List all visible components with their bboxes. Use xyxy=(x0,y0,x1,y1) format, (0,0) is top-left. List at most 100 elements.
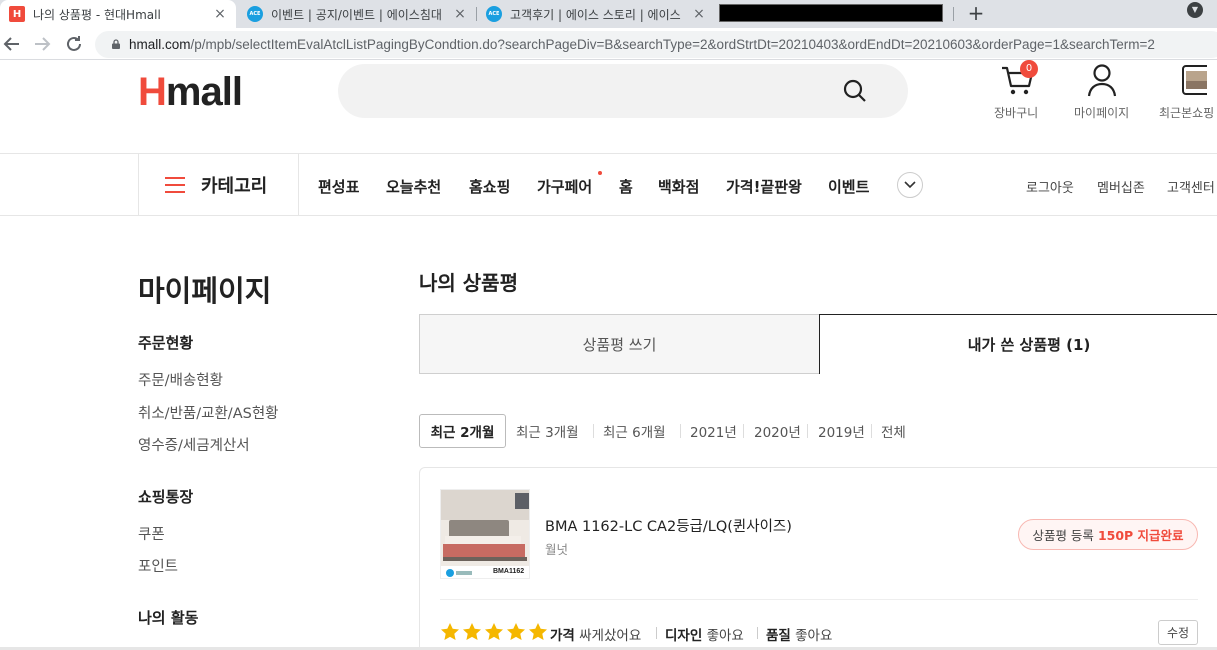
forward-arrow-icon[interactable] xyxy=(30,32,54,56)
url-path: /p/mpb/selectItemEvalAtclListPagingByCon… xyxy=(190,37,1155,52)
browser-tab-ace-event[interactable]: ACE 이벤트 | 공지/이벤트 | 에이스침대 × xyxy=(238,0,476,28)
nav-item-furniture-fair[interactable]: 가구페어 xyxy=(537,176,592,197)
aspect-value: 싸게샀어요 xyxy=(579,628,642,644)
redacted-tab[interactable] xyxy=(719,4,943,22)
status-point: 150P 지급완료 xyxy=(1097,528,1184,543)
sidebar-heading-orders: 주문현황 xyxy=(138,334,194,352)
recent-label: 최근본쇼핑 xyxy=(1159,106,1215,120)
aspect-label: 디자인 xyxy=(665,628,703,644)
chevron-down-icon xyxy=(904,181,916,189)
recent-view-button[interactable]: 최근본쇼핑 xyxy=(1159,62,1214,121)
close-icon[interactable]: × xyxy=(212,6,228,22)
nav-more-button[interactable] xyxy=(897,172,923,198)
new-tab-button[interactable]: + xyxy=(964,2,988,26)
nav-item-department[interactable]: 백화점 xyxy=(658,176,699,197)
new-dot-indicator xyxy=(598,171,602,175)
aspect-label: 품질 xyxy=(766,628,791,644)
point-status-badge: 상품평 등록 150P 지급완료 xyxy=(1018,519,1198,550)
tab-title: 나의 상품평 - 현대Hmall xyxy=(33,7,161,22)
logo-text: mall xyxy=(165,70,243,114)
filter-divider xyxy=(871,424,872,438)
cart-label: 장바구니 xyxy=(994,106,1039,120)
filter-divider xyxy=(593,424,594,438)
product-option: 월넛 xyxy=(545,542,569,557)
url-host: hmall.com xyxy=(129,37,191,52)
membership-link[interactable]: 멤버십존 xyxy=(1097,177,1145,196)
mypage-label: 마이페이지 xyxy=(1074,106,1130,120)
period-filter-6months[interactable]: 최근 6개월 xyxy=(603,414,666,448)
period-filter-2019[interactable]: 2019년 xyxy=(818,414,865,448)
hmall-logo[interactable]: Hmall xyxy=(138,70,243,114)
logout-link[interactable]: 로그아웃 xyxy=(1026,177,1074,196)
reload-icon[interactable] xyxy=(62,32,86,56)
user-icon xyxy=(1087,64,1116,97)
aspect-value: 좋아요 xyxy=(706,628,744,644)
sidebar-item-coupon[interactable]: 쿠폰 xyxy=(138,523,165,544)
tab-write-review[interactable]: 상품평 쓰기 xyxy=(419,314,820,374)
close-icon[interactable]: × xyxy=(452,6,468,22)
search-input[interactable] xyxy=(338,64,908,118)
close-icon[interactable]: × xyxy=(691,6,707,22)
star-icon xyxy=(507,623,525,640)
search-icon[interactable] xyxy=(842,78,868,104)
sidebar-item-point[interactable]: 포인트 xyxy=(138,555,178,576)
hamburger-icon xyxy=(165,176,185,193)
aspect-value: 좋아요 xyxy=(795,628,833,644)
aspect-design: 디자인 좋아요 xyxy=(665,624,744,644)
back-arrow-icon[interactable] xyxy=(0,32,24,56)
logo-h: H xyxy=(138,70,167,114)
period-filter-2020[interactable]: 2020년 xyxy=(754,414,801,448)
lock-icon xyxy=(112,39,120,49)
tab-title: 이벤트 | 공지/이벤트 | 에이스침대 xyxy=(271,7,442,22)
tab-my-reviews[interactable]: 내가 쓴 상품평 (1) xyxy=(819,314,1217,374)
browser-tab-hmall[interactable]: H 나의 상품평 - 현대Hmall × xyxy=(0,0,236,28)
address-bar[interactable]: hmall.com/p/mpb/selectItemEvalAtclListPa… xyxy=(95,31,1217,58)
url-text: hmall.com/p/mpb/selectItemEvalAtclListPa… xyxy=(129,37,1155,52)
filter-divider xyxy=(743,424,744,438)
nav-item-today[interactable]: 오늘추천 xyxy=(386,176,441,197)
nav-item-homeshopping[interactable]: 홈쇼핑 xyxy=(469,176,510,197)
browser-tab-strip: H 나의 상품평 - 현대Hmall × ACE 이벤트 | 공지/이벤트 | … xyxy=(0,0,1217,28)
category-button[interactable]: 카테고리 xyxy=(138,154,299,215)
star-icon xyxy=(529,623,547,640)
tab-title: 고객후기 | 에이스 스토리 | 에이스 xyxy=(510,7,681,22)
sidebar-item-order-delivery[interactable]: 주문/배송현황 xyxy=(138,369,223,390)
product-thumbnail[interactable]: BMA1162 xyxy=(440,489,530,579)
recent-product-thumbnail-icon xyxy=(1181,65,1207,95)
edit-review-button[interactable]: 수정 xyxy=(1158,620,1198,645)
sidebar-heading-activity: 나의 활동 xyxy=(138,609,199,627)
nav-item-schedule[interactable]: 편성표 xyxy=(318,176,359,197)
bed-product-image xyxy=(441,490,529,578)
customer-center-link[interactable]: 고객센터 xyxy=(1167,177,1215,196)
star-rating xyxy=(440,622,550,642)
aspect-divider xyxy=(656,627,657,639)
ace-favicon-icon: ACE xyxy=(247,6,263,22)
sidebar-item-receipt[interactable]: 영수증/세금계산서 xyxy=(138,434,250,455)
nav-item-price-king[interactable]: 가격!끝판왕 xyxy=(726,176,802,197)
filter-divider xyxy=(680,424,681,438)
period-filter-all[interactable]: 전체 xyxy=(881,414,906,448)
period-filter-2months[interactable]: 최근 2개월 xyxy=(419,414,506,448)
hmall-favicon-icon: H xyxy=(9,6,25,22)
aspect-divider xyxy=(757,627,758,639)
period-filter-3months[interactable]: 최근 3개월 xyxy=(516,414,579,448)
ace-favicon-icon: ACE xyxy=(486,6,502,22)
star-icon xyxy=(463,623,481,640)
browser-tab-ace-review[interactable]: ACE 고객후기 | 에이스 스토리 | 에이스 × xyxy=(477,0,715,28)
period-filter-2021[interactable]: 2021년 xyxy=(690,414,737,448)
category-label: 카테고리 xyxy=(201,175,268,197)
cart-count-badge: 0 xyxy=(1020,60,1039,78)
nav-item-home[interactable]: 홈 xyxy=(619,176,633,197)
tab-search-icon[interactable]: ▼ xyxy=(1187,2,1203,18)
nav-item-event[interactable]: 이벤트 xyxy=(828,176,869,197)
star-icon xyxy=(441,623,459,640)
status-prefix: 상품평 등록 xyxy=(1032,528,1094,543)
cart-button[interactable]: 0 장바구니 xyxy=(994,60,1039,121)
product-name[interactable]: BMA 1162-LC CA2등급/LQ(퀸사이즈) xyxy=(545,515,792,536)
aspect-label: 가격 xyxy=(550,628,575,644)
card-divider xyxy=(440,599,1198,600)
sidebar-item-cancel-return[interactable]: 취소/반품/교환/AS현황 xyxy=(138,402,279,423)
mypage-button[interactable]: 마이페이지 xyxy=(1074,62,1129,121)
sidebar-heading-wallet: 쇼핑통장 xyxy=(138,488,194,506)
sidebar-title: 마이페이지 xyxy=(138,274,272,308)
